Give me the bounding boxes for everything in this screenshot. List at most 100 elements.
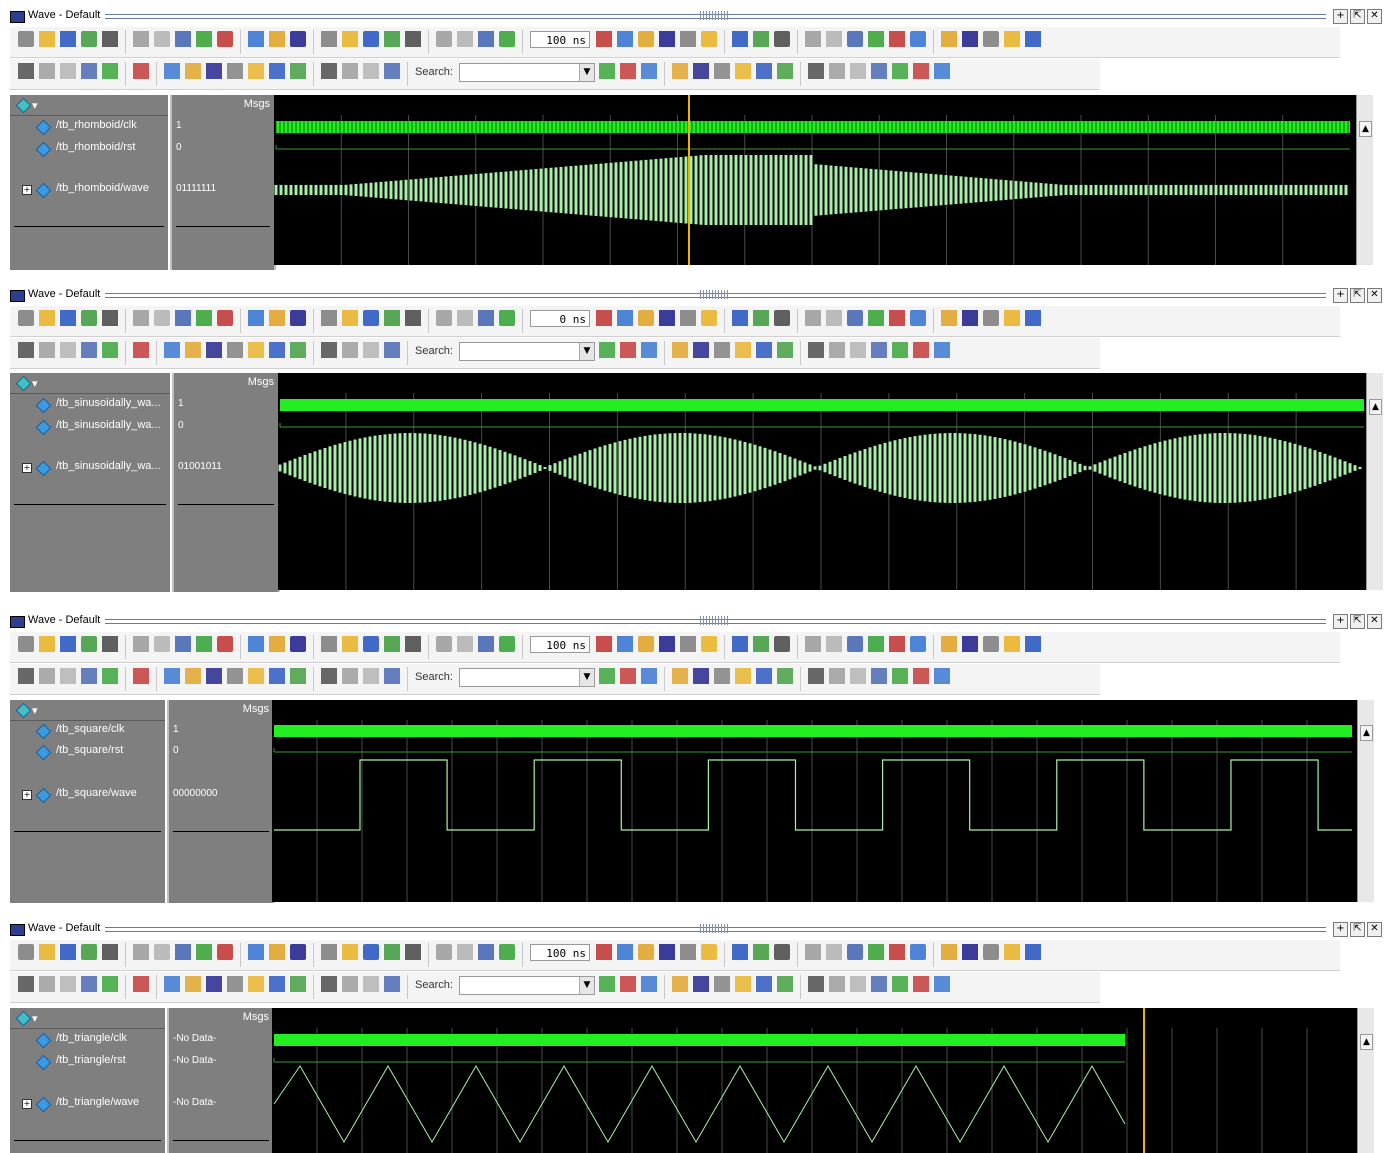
- signal-name[interactable]: /tb_sinusoidally_wa...: [56, 419, 161, 431]
- step-end-icon[interactable]: [910, 636, 926, 652]
- curve-icon[interactable]: [826, 310, 842, 326]
- delete-icon[interactable]: [405, 636, 421, 652]
- simulate-icon[interactable]: [342, 310, 358, 326]
- wave-logic-icon[interactable]: [829, 342, 845, 358]
- layout-2-icon[interactable]: [962, 636, 978, 652]
- vertical-scrollbar[interactable]: ▲: [1366, 373, 1383, 590]
- step-up-icon[interactable]: [847, 31, 863, 47]
- stop-light-icon[interactable]: [133, 976, 149, 992]
- title-bar-grip[interactable]: [700, 290, 730, 299]
- edge-fall-icon[interactable]: [269, 976, 285, 992]
- close-button[interactable]: ✕: [1367, 9, 1382, 24]
- wave-fall-icon[interactable]: [934, 668, 950, 684]
- zoom-cursor-icon[interactable]: [735, 342, 751, 358]
- layout-3-icon[interactable]: [983, 31, 999, 47]
- wave-rise-icon[interactable]: [913, 668, 929, 684]
- print-icon[interactable]: [102, 31, 118, 47]
- wave-logic-icon[interactable]: [829, 976, 845, 992]
- format-icon[interactable]: [290, 944, 306, 960]
- dataflow-icon[interactable]: [753, 31, 769, 47]
- new-file-icon[interactable]: [18, 31, 34, 47]
- step-auto-icon[interactable]: [889, 310, 905, 326]
- waveform-plot[interactable]: [274, 95, 1356, 265]
- title-bar[interactable]: Wave - Default + ⇱ ✕: [0, 287, 1386, 304]
- edge-rise-icon[interactable]: [248, 976, 264, 992]
- layout-3-icon[interactable]: [983, 310, 999, 326]
- print-icon[interactable]: [102, 310, 118, 326]
- zoom-out-icon[interactable]: [693, 668, 709, 684]
- scroll-up-icon[interactable]: ▲: [1360, 1034, 1373, 1050]
- stop-icon[interactable]: [701, 944, 717, 960]
- scroll-up-icon[interactable]: ▲: [1360, 725, 1373, 741]
- insert-divider-icon[interactable]: [81, 976, 97, 992]
- step-into-icon[interactable]: [805, 310, 821, 326]
- hand-icon[interactable]: [774, 310, 790, 326]
- column-icon[interactable]: [102, 976, 118, 992]
- expand-toggle-icon[interactable]: +: [22, 185, 32, 195]
- binoculars-icon[interactable]: [269, 31, 285, 47]
- maximize-button[interactable]: ⇱: [1350, 922, 1365, 937]
- edge-rise-icon[interactable]: [248, 63, 264, 79]
- search-input[interactable]: ▼: [459, 668, 595, 687]
- compile-icon[interactable]: [321, 310, 337, 326]
- delete-icon[interactable]: [405, 31, 421, 47]
- edge-next-icon[interactable]: [227, 63, 243, 79]
- signal-name[interactable]: /tb_rhomboid/clk: [56, 119, 137, 131]
- step-auto-icon[interactable]: [889, 944, 905, 960]
- right-arrow-icon[interactable]: [499, 310, 515, 326]
- find-opt-icon[interactable]: [641, 342, 657, 358]
- step-into-icon[interactable]: [805, 31, 821, 47]
- search-input[interactable]: ▼: [459, 342, 595, 361]
- cursor-last-icon[interactable]: [185, 342, 201, 358]
- cont-icon[interactable]: [732, 944, 748, 960]
- move-icon[interactable]: [60, 976, 76, 992]
- step-out-icon[interactable]: [659, 310, 675, 326]
- step-over-icon[interactable]: [638, 310, 654, 326]
- insert-icon[interactable]: [436, 944, 452, 960]
- find-next-icon[interactable]: [620, 342, 636, 358]
- print-icon[interactable]: [102, 636, 118, 652]
- layout-2-icon[interactable]: [962, 944, 978, 960]
- insert-divider-icon[interactable]: [81, 342, 97, 358]
- edge-both-icon[interactable]: [321, 63, 337, 79]
- delete-icon[interactable]: [405, 944, 421, 960]
- wave-icon[interactable]: [363, 944, 379, 960]
- wave-analog-icon[interactable]: [871, 63, 887, 79]
- edge-fall-icon[interactable]: [269, 342, 285, 358]
- undo-icon[interactable]: [196, 636, 212, 652]
- signal-name[interactable]: /tb_rhomboid/wave: [56, 182, 149, 194]
- paste-icon[interactable]: [175, 636, 191, 652]
- stop-light-icon[interactable]: [133, 668, 149, 684]
- edge-next-icon[interactable]: [227, 976, 243, 992]
- zoom-box-icon[interactable]: [39, 63, 55, 79]
- step-auto-icon[interactable]: [889, 636, 905, 652]
- paste-icon[interactable]: [175, 31, 191, 47]
- title-bar[interactable]: Wave - Default + ⇱ ✕: [0, 613, 1386, 630]
- zoom-last-icon[interactable]: [756, 976, 772, 992]
- left-arrow-icon[interactable]: [478, 944, 494, 960]
- step-auto-icon[interactable]: [889, 31, 905, 47]
- zoom-in-icon[interactable]: [672, 976, 688, 992]
- zoom-full-icon[interactable]: [714, 976, 730, 992]
- wave-event-icon[interactable]: [850, 976, 866, 992]
- save-icon[interactable]: [60, 310, 76, 326]
- zoom-full-icon[interactable]: [714, 63, 730, 79]
- undo-icon[interactable]: [196, 31, 212, 47]
- wave-fall-icon[interactable]: [934, 342, 950, 358]
- layout-4-icon[interactable]: [1004, 310, 1020, 326]
- stop-light-icon[interactable]: [133, 342, 149, 358]
- run-length-field[interactable]: 100 ns: [530, 944, 590, 961]
- find-prev-icon[interactable]: [599, 63, 615, 79]
- left-arrow-icon[interactable]: [478, 31, 494, 47]
- dataflow-icon[interactable]: [753, 636, 769, 652]
- cut-icon[interactable]: [133, 636, 149, 652]
- step-icon[interactable]: [617, 310, 633, 326]
- right-arrow-icon[interactable]: [499, 944, 515, 960]
- column-icon[interactable]: [102, 63, 118, 79]
- wave-literal-icon[interactable]: [808, 976, 824, 992]
- wave-analog-icon[interactable]: [871, 668, 887, 684]
- step-end-icon[interactable]: [910, 31, 926, 47]
- search-input[interactable]: ▼: [459, 63, 595, 82]
- wave-step-icon[interactable]: [892, 63, 908, 79]
- find-next-icon[interactable]: [620, 976, 636, 992]
